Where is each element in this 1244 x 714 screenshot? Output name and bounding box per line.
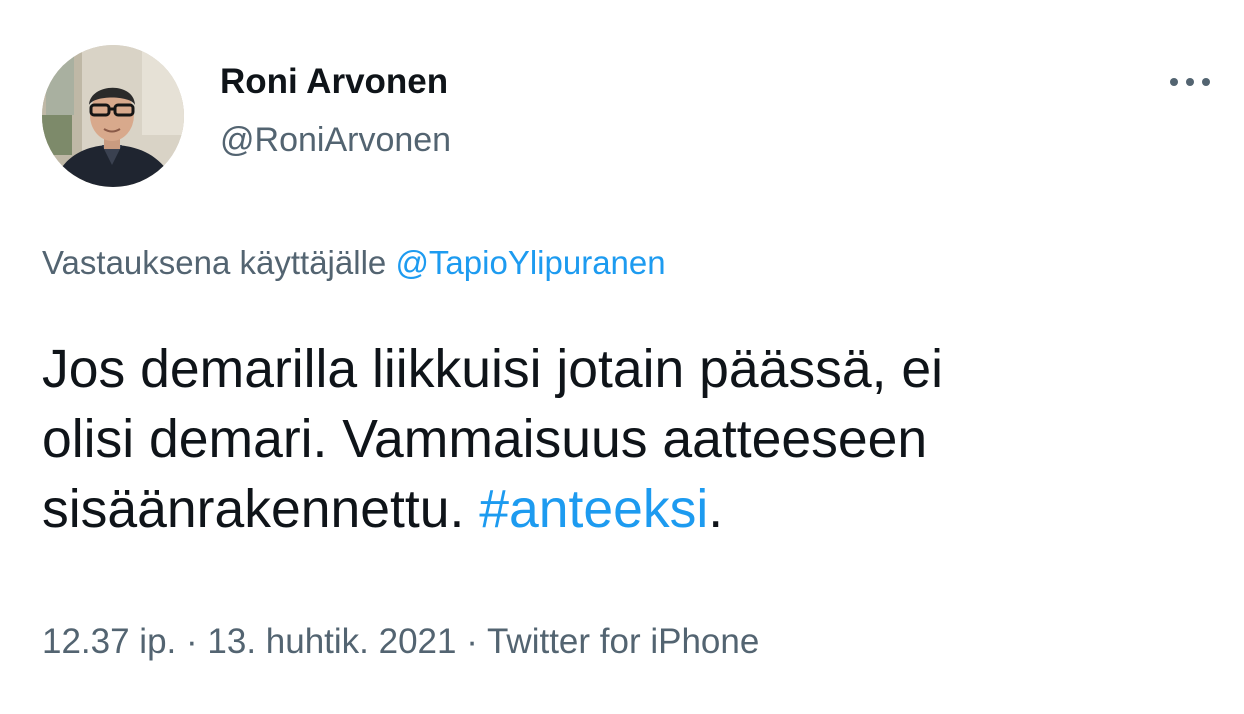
reply-context-prefix: Vastauksena käyttäjälle [42,244,387,281]
profile-photo-icon [42,45,184,187]
reply-context: Vastauksena käyttäjälle @TapioYlipuranen [42,244,666,282]
author-avatar[interactable] [42,45,184,187]
tweet-text-line: olisi demari. Vammaisuus aatteeseen [42,410,928,469]
author-display-name[interactable]: Roni Arvonen [220,62,448,102]
tweet-time[interactable]: 12.37 ip. [42,622,176,661]
tweet-metadata: 12.37 ip. · 13. huhtik. 2021 · Twitter f… [42,622,759,662]
more-options-button[interactable] [1166,62,1214,102]
ellipsis-icon [1170,78,1210,86]
tweet-text-segment: sisäänrakennettu. [42,480,465,539]
tweet-text-period: . [708,480,724,539]
tweet-card: Roni Arvonen @RoniArvonen Vastauksena kä… [0,0,1244,714]
meta-separator: · [466,622,478,661]
author-handle[interactable]: @RoniArvonen [220,121,451,160]
meta-separator: · [186,622,198,661]
tweet-text-line: sisäänrakennettu. #anteeksi. [42,475,1217,545]
hashtag-link[interactable]: #anteeksi [479,480,708,539]
tweet-text-line: Jos demarilla liikkuisi jotain päässä, e… [42,340,943,399]
tweet-text: Jos demarilla liikkuisi jotain päässä, e… [42,335,1217,545]
tweet-source[interactable]: Twitter for iPhone [487,622,759,661]
reply-mention-link[interactable]: @TapioYlipuranen [395,244,665,281]
tweet-date[interactable]: 13. huhtik. 2021 [207,622,456,661]
